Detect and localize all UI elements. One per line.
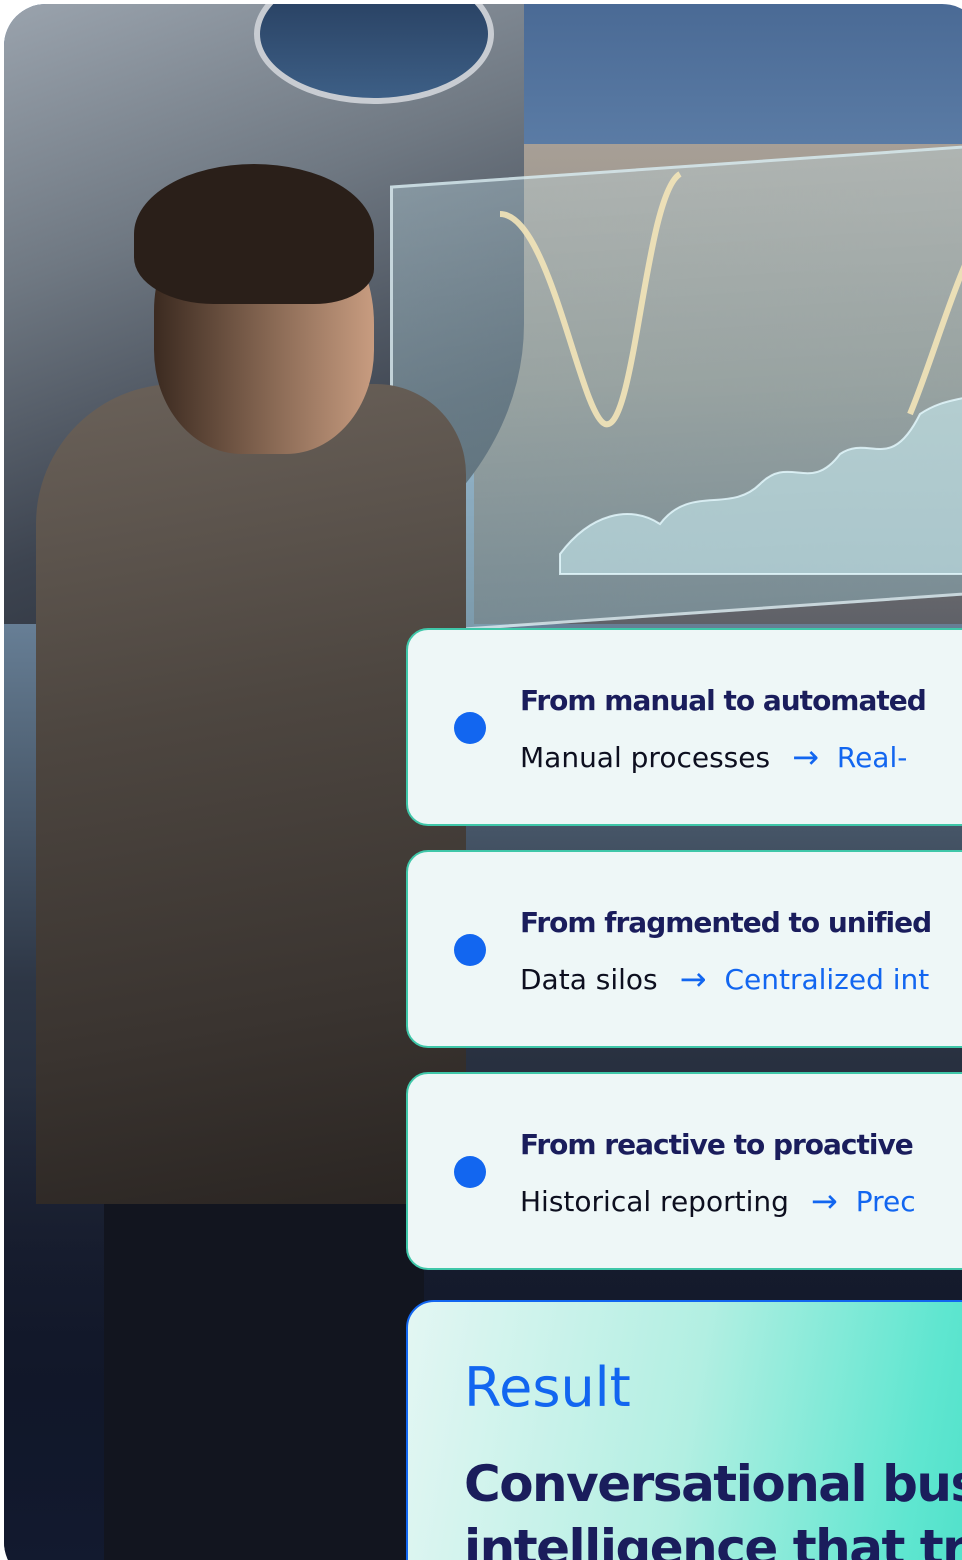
light-wave bbox=[499, 171, 682, 428]
to-text: Real- bbox=[836, 740, 908, 774]
arrow-right-icon: → bbox=[810, 1182, 838, 1220]
person-coat bbox=[36, 384, 466, 1204]
dot-icon bbox=[454, 712, 486, 744]
arrow-right-icon: → bbox=[792, 738, 819, 776]
holographic-chart-graphic bbox=[499, 171, 962, 575]
building-window bbox=[254, 4, 494, 104]
result-label: Result bbox=[464, 1356, 631, 1419]
result-card: Result Conversational bus intelligence t… bbox=[406, 1300, 962, 1560]
result-line-1: Conversational bus bbox=[464, 1455, 962, 1513]
card-title: From fragmented to unified bbox=[520, 906, 932, 939]
from-text: Manual processes bbox=[520, 740, 771, 774]
card-title: From reactive to proactive bbox=[520, 1128, 914, 1161]
person-hair bbox=[134, 164, 374, 304]
card-change-line: Historical reporting → Prec bbox=[520, 1182, 916, 1220]
from-text: Historical reporting bbox=[520, 1184, 789, 1218]
result-headline: Conversational bus intelligence that tra bbox=[464, 1452, 962, 1560]
to-text: Prec bbox=[855, 1184, 916, 1218]
light-wave-right bbox=[907, 264, 962, 416]
to-text: Centralized int bbox=[724, 962, 930, 996]
card-title: From manual to automated bbox=[520, 684, 927, 717]
transformation-card-2: From fragmented to unified Data silos → … bbox=[406, 850, 962, 1048]
from-text: Data silos bbox=[520, 962, 658, 996]
transformation-card-3: From reactive to proactive Historical re… bbox=[406, 1072, 962, 1270]
dot-icon bbox=[454, 1156, 486, 1188]
person-legs bbox=[104, 1184, 424, 1560]
arrow-right-icon: → bbox=[679, 960, 707, 998]
card-change-line: Data silos → Centralized int bbox=[520, 960, 929, 998]
card-change-line: Manual processes → Real- bbox=[520, 738, 907, 776]
transformation-card-1: From manual to automated Manual processe… bbox=[406, 628, 962, 826]
page: From manual to automated Manual processe… bbox=[0, 0, 962, 1560]
result-line-2: intelligence that tra bbox=[464, 1519, 962, 1560]
dot-icon bbox=[454, 934, 486, 966]
